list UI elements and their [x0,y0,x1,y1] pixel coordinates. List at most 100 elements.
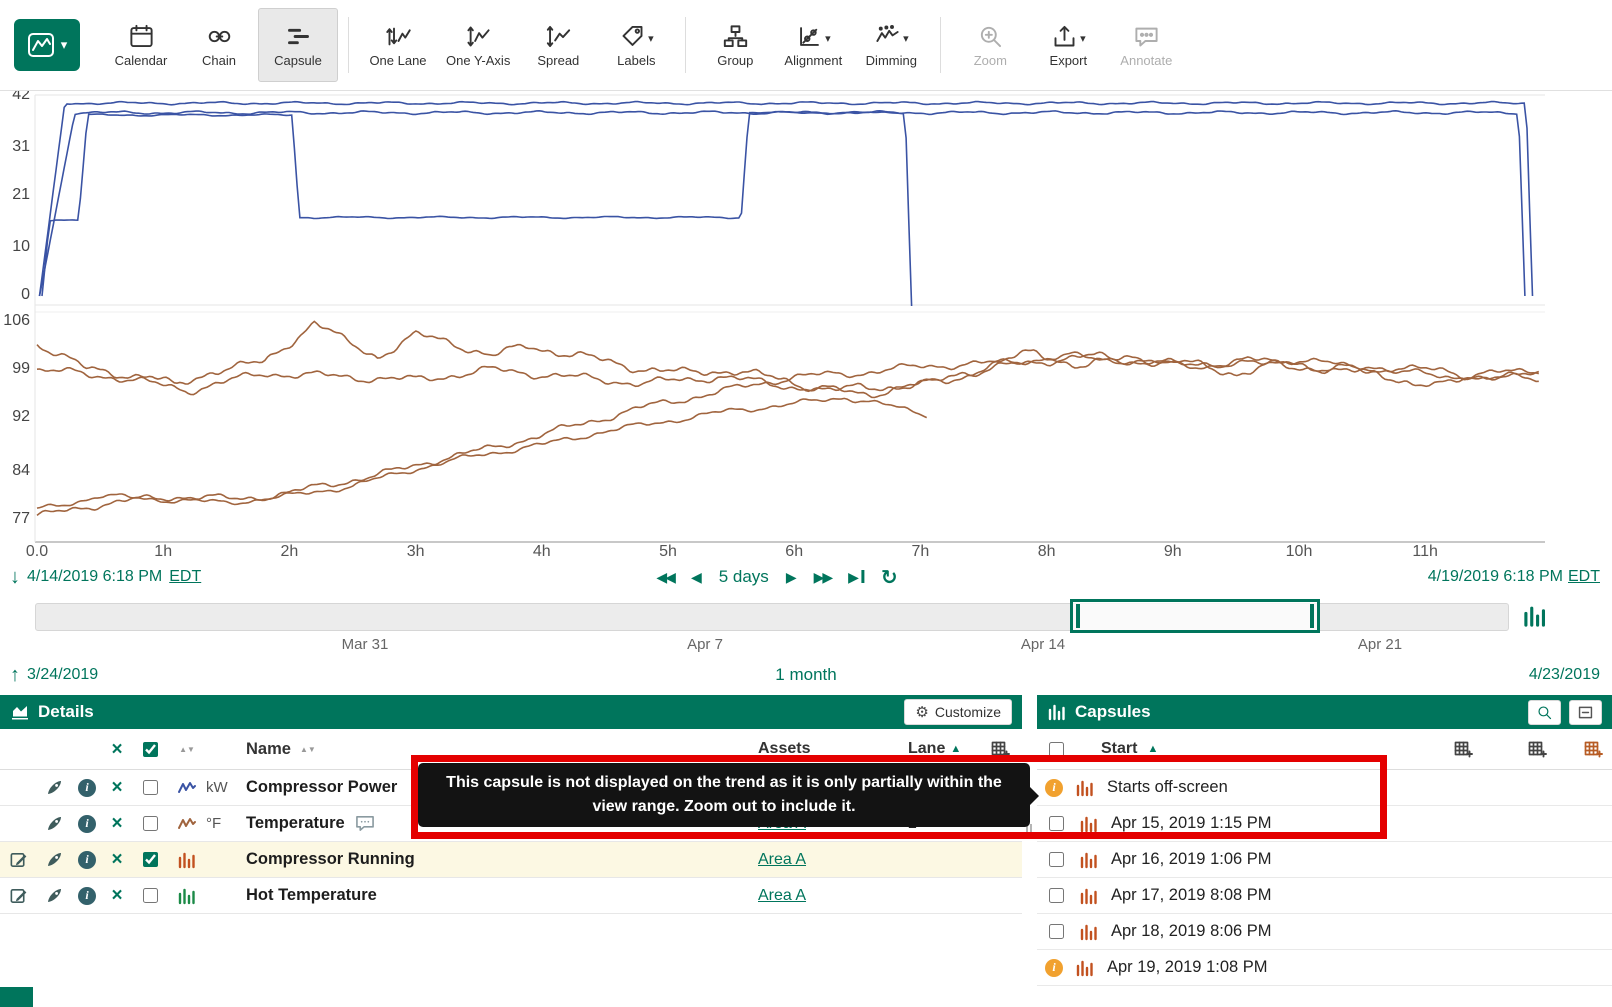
toolbar-button-dimming[interactable]: ▾Dimming [852,9,930,81]
toolbar-button-chain[interactable]: Chain [180,9,258,81]
warning-info-icon[interactable]: i [1045,779,1063,797]
invest-end[interactable]: 4/23/2019 [1529,658,1600,692]
toolbar-button-calendar[interactable]: Calendar [102,9,180,81]
sort-icon[interactable]: ▲▼ [300,746,316,753]
range-end[interactable]: 4/19/2019 6:18 PM [1428,568,1563,586]
details-row[interactable]: i×Compressor RunningArea A [0,842,1022,878]
add-property-column-icon[interactable] [1582,739,1604,759]
toolbar-button-capsule[interactable]: Capsule [258,8,338,82]
add-column-icon[interactable] [1452,739,1474,759]
invest-start-arrow-icon[interactable]: ↑ [10,664,20,687]
chevron-down-icon: ▾ [825,32,831,45]
capsule-start-label: Apr 17, 2019 8:08 PM [1111,886,1272,905]
range-start[interactable]: 4/14/2019 6:18 PM [27,568,162,586]
step-forward-icon[interactable]: ▶ [786,569,797,586]
y-axis-tick: 0 [0,286,30,304]
toolbar-button-export[interactable]: ▾Export [1029,9,1107,81]
trend-series [40,111,1525,296]
x-axis-tick: 4h [533,543,551,561]
toolbar-button-one-lane[interactable]: One Lane [359,9,437,81]
capsule-row[interactable]: Apr 18, 2019 8:06 PM [1037,914,1612,950]
asset-link[interactable]: Area A [758,887,806,905]
capsule-checkbox[interactable] [1049,888,1064,903]
capsule-checkbox[interactable] [1049,924,1064,939]
capsules-select-all-checkbox[interactable] [1049,742,1064,757]
x-axis-tick: 2h [280,543,298,561]
add-column-icon[interactable] [989,739,1011,759]
remove-all-icon[interactable]: × [111,740,122,759]
select-all-checkbox[interactable] [143,742,158,757]
capsule-checkbox[interactable] [1049,816,1064,831]
info-icon[interactable]: i [78,887,96,905]
range-start-timezone[interactable]: EDT [169,568,201,586]
rocket-icon[interactable] [45,886,64,905]
range-start-arrow-icon[interactable]: ↓ [10,566,20,589]
x-axis-tick: 0.0 [26,543,48,561]
timeline-selection[interactable] [1070,599,1320,633]
capsule-row[interactable]: Apr 15, 2019 1:15 PM [1037,806,1612,842]
toolbar-button-labels[interactable]: ▾Labels [597,9,675,81]
range-duration[interactable]: 5 days [719,567,769,587]
sort-icon[interactable]: ▲▼ [179,746,195,753]
trend-view-selector[interactable]: ▾ [14,19,80,71]
step-forward-full-icon[interactable]: ▶▶ [814,569,832,586]
remove-icon[interactable]: × [111,778,122,797]
selection-left-handle[interactable] [1076,604,1080,628]
assets-column-header[interactable]: Assets [758,740,810,758]
toolbar-button-one-y-axis[interactable]: One Y-Axis [437,9,519,81]
capsule-row[interactable]: Apr 17, 2019 8:08 PM [1037,878,1612,914]
step-to-end-icon[interactable]: ▶ [848,569,864,586]
name-column-header[interactable]: Name [246,740,291,759]
info-icon[interactable]: i [78,851,96,869]
refresh-icon[interactable]: ↻ [881,565,898,590]
export-icon [1051,23,1078,50]
asset-link[interactable]: Area A [758,851,806,869]
trend-chart[interactable]: 423121100106999284770.01h2h3h4h5h6h7h8h9… [0,90,1612,564]
start-column-header[interactable]: Start [1101,740,1137,758]
remove-icon[interactable]: × [111,814,122,833]
edit-icon[interactable] [9,850,28,869]
capsule-row[interactable]: iApr 19, 2019 1:08 PM [1037,950,1612,986]
capsules-collapse-button[interactable] [1569,700,1602,725]
invest-start[interactable]: 3/24/2019 [27,666,98,684]
details-row[interactable]: i×Hot TemperatureArea A [0,878,1022,914]
row-checkbox[interactable] [143,780,158,795]
toolbar-button-alignment[interactable]: ▾Alignment [774,9,852,81]
range-end-timezone[interactable]: EDT [1568,568,1600,586]
step-back-icon[interactable]: ◀ [691,569,702,586]
capsule-row[interactable]: iStarts off-screen [1037,770,1612,806]
capsule-checkbox[interactable] [1049,852,1064,867]
sort-ascending-icon: ▲ [1147,743,1158,755]
toolbar-button-group[interactable]: Group [696,9,774,81]
warning-info-icon[interactable]: i [1045,959,1063,977]
add-stats-column-icon[interactable] [1526,739,1548,759]
invest-duration[interactable]: 1 month [775,658,836,692]
edit-icon[interactable] [9,886,28,905]
row-checkbox[interactable] [143,816,158,831]
rocket-icon[interactable] [45,814,64,833]
rocket-icon[interactable] [45,778,64,797]
info-icon[interactable]: i [78,815,96,833]
customize-button[interactable]: ⚙ Customize [904,699,1012,725]
annotate-icon [1133,23,1160,50]
display-range-bar: ↓ 4/14/2019 6:18 PM EDT ◀◀ ◀ 5 days ▶ ▶▶… [0,560,1612,594]
info-icon[interactable]: i [78,779,96,797]
toolbar-button-label: Spread [537,53,579,68]
capsule-time-icon[interactable] [1522,603,1548,629]
timeline-scrubber: Mar 31Apr 7Apr 14Apr 21 [0,598,1612,658]
row-checkbox[interactable] [143,888,158,903]
remove-icon[interactable]: × [111,850,122,869]
timeline-tick-label: Apr 14 [1021,636,1065,653]
timeline-tick-label: Apr 21 [1358,636,1402,653]
capsule-row[interactable]: Apr 16, 2019 1:06 PM [1037,842,1612,878]
remove-icon[interactable]: × [111,886,122,905]
toolbar-button-label: Group [717,53,753,68]
rocket-icon[interactable] [45,850,64,869]
comment-icon[interactable] [354,814,376,833]
selection-right-handle[interactable] [1310,604,1314,628]
toolbar-button-spread[interactable]: Spread [519,9,597,81]
lane-column-header[interactable]: Lane [908,740,945,758]
step-back-full-icon[interactable]: ◀◀ [656,569,674,586]
row-checkbox[interactable] [143,852,158,867]
capsules-zoom-button[interactable] [1528,700,1561,725]
